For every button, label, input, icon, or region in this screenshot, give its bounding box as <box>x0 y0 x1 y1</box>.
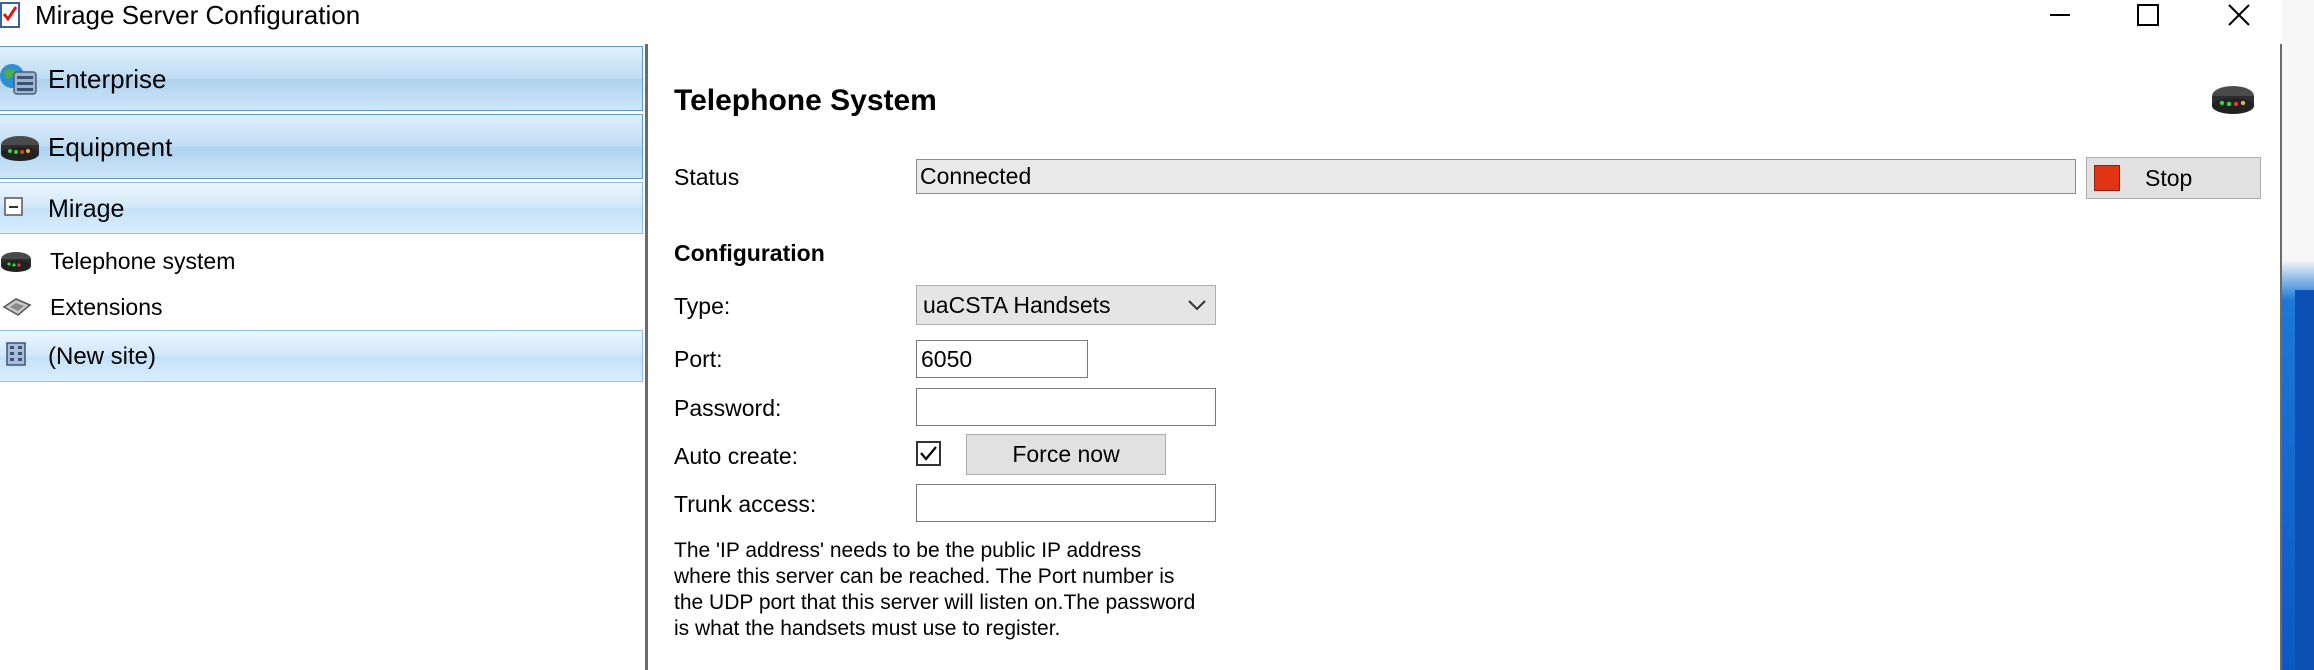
nav-header-enterprise[interactable]: Enterprise <box>0 46 643 111</box>
extensions-icon <box>2 298 32 316</box>
maximize-button[interactable] <box>2113 0 2183 30</box>
configuration-heading: Configuration <box>674 240 825 266</box>
desktop-window-edge <box>2295 290 2314 670</box>
title-bar: Mirage Server Configuration <box>0 0 2288 44</box>
window-title: Mirage Server Configuration <box>35 0 361 30</box>
enterprise-globe-icon <box>0 64 37 95</box>
stop-icon <box>2094 165 2120 191</box>
trunk-access-field[interactable] <box>916 484 1216 522</box>
help-text: The 'IP address' needs to be the public … <box>674 539 1196 640</box>
equipment-router-icon <box>1 136 39 161</box>
chevron-down-icon <box>1188 300 1206 311</box>
nav-item-label: (New site) <box>48 343 157 370</box>
type-label: Type: <box>674 293 731 319</box>
telephone-system-icon <box>1 252 31 272</box>
port-label: Port: <box>674 346 723 372</box>
auto-create-label: Auto create: <box>674 443 799 469</box>
nav-item-extensions[interactable]: Extensions <box>0 287 640 327</box>
status-label: Status <box>674 164 740 190</box>
close-icon <box>2228 4 2250 26</box>
trunk-access-label: Trunk access: <box>674 491 817 517</box>
stop-button-label: Stop <box>2145 165 2193 191</box>
panel-title: Telephone System <box>674 84 937 117</box>
nav-group-mirage[interactable]: Mirage <box>0 182 643 234</box>
navigation-pane: Enterprise Equipment Mirage Telephone sy… <box>0 44 645 670</box>
nav-item-label: Telephone system <box>50 248 236 274</box>
app-checklist-icon <box>0 2 20 28</box>
site-building-icon <box>6 342 26 366</box>
nav-header-label: Equipment <box>48 132 173 162</box>
checkmark-icon <box>920 446 937 461</box>
nav-item-telephone-system[interactable]: Telephone system <box>0 241 640 281</box>
type-select[interactable]: uaCSTA Handsets <box>916 285 1216 325</box>
port-field[interactable]: 6050 <box>916 340 1088 378</box>
nav-header-equipment[interactable]: Equipment <box>0 114 643 179</box>
nav-item-label: Extensions <box>50 294 163 320</box>
minimize-icon <box>2050 14 2070 16</box>
stop-button[interactable]: Stop <box>2086 157 2261 199</box>
minimize-button[interactable] <box>2025 0 2095 30</box>
nav-header-label: Enterprise <box>48 64 167 94</box>
maximize-icon <box>2137 4 2159 26</box>
status-field: Connected <box>916 159 2076 194</box>
auto-create-checkbox[interactable] <box>916 441 941 466</box>
nav-item-new-site[interactable]: (New site) <box>0 330 643 382</box>
nav-group-label: Mirage <box>48 195 125 223</box>
collapse-minus-icon[interactable] <box>4 197 24 217</box>
force-now-button[interactable]: Force now <box>966 434 1166 475</box>
close-button[interactable] <box>2204 0 2274 30</box>
telephone-system-icon <box>2212 86 2254 114</box>
password-field[interactable] <box>916 388 1216 426</box>
password-label: Password: <box>674 395 782 421</box>
type-select-value: uaCSTA Handsets <box>923 292 1111 318</box>
